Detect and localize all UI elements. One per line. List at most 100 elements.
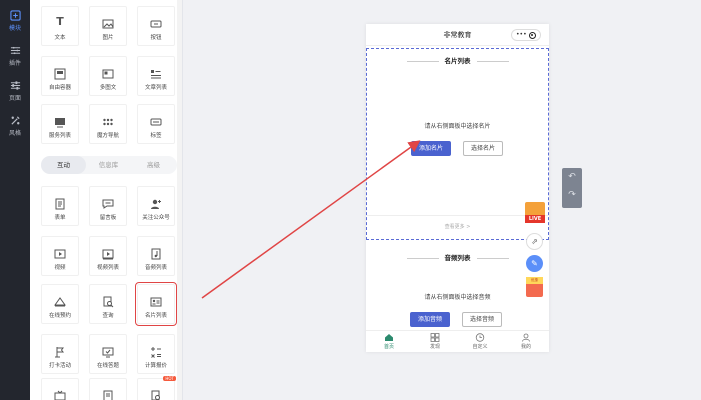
tab-info-library[interactable]: 信息库: [86, 156, 131, 174]
component-multi-image-text[interactable]: 多图文: [89, 56, 127, 96]
component-image[interactable]: 图片: [89, 6, 127, 46]
live-widget[interactable]: LIVE: [525, 202, 545, 223]
component-query[interactable]: 查询: [89, 284, 127, 324]
component-card-list[interactable]: 名片列表: [135, 282, 177, 326]
rail-label: 风格: [8, 130, 21, 137]
gift-widget[interactable]: 优惠: [526, 277, 543, 297]
hot-badge: HOT: [163, 376, 176, 381]
component-follow-account[interactable]: 关注公众号: [137, 186, 175, 226]
more-dots-icon[interactable]: •••: [516, 30, 527, 40]
brush-icon: [10, 116, 20, 125]
button-icon: [150, 20, 162, 28]
component-label: 留言板: [99, 215, 117, 221]
component-label: 关注公众号: [142, 215, 170, 221]
component-label: 表单: [54, 215, 66, 221]
rail-item-plugins[interactable]: 插件: [0, 45, 30, 67]
rail-item-modules[interactable]: 模块: [0, 10, 30, 32]
component-partial-tv[interactable]: [41, 378, 79, 400]
phone-tabbar: 首页 发现 自定义 我的: [366, 330, 549, 352]
query-icon: [103, 296, 114, 308]
component-label: 魔方导航: [96, 133, 119, 139]
search-doc-icon: [151, 390, 160, 400]
component-checkin[interactable]: 打卡活动: [41, 334, 79, 374]
component-video[interactable]: 视频: [41, 236, 79, 276]
grid-icon: [10, 46, 20, 55]
tab-label: 自定义: [472, 344, 488, 350]
video-list-icon: [102, 249, 114, 260]
rail-item-page[interactable]: 页面: [0, 80, 30, 102]
component-label: 文章列表: [144, 85, 167, 91]
card-list-section[interactable]: 名片列表 请从右侧面板中选择名片 添加名片 选择名片 查看更多 >: [366, 48, 549, 240]
tab-advanced[interactable]: 高级: [131, 156, 176, 174]
undo-icon[interactable]: ↶: [562, 172, 582, 182]
container-icon: [54, 68, 66, 80]
tab-home[interactable]: 首页: [366, 333, 412, 350]
close-target-icon[interactable]: [529, 32, 536, 39]
component-article-list[interactable]: 文章列表: [137, 56, 175, 96]
component-cube-nav[interactable]: 魔方导航: [89, 104, 127, 144]
select-audio-button[interactable]: 选择音频: [462, 312, 502, 327]
rail-label: 模块: [8, 25, 21, 32]
component-quiz[interactable]: 在线答题: [89, 334, 127, 374]
assistant-button[interactable]: ✎: [526, 255, 543, 272]
add-card-button[interactable]: 添加名片: [411, 141, 451, 156]
tab-label: 我的: [520, 344, 531, 350]
tab-label: 发现: [429, 344, 440, 350]
clock-icon: [475, 333, 485, 342]
select-card-button[interactable]: 选择名片: [463, 141, 503, 156]
add-audio-button[interactable]: 添加音频: [410, 312, 450, 327]
component-button[interactable]: 按钮: [137, 6, 175, 46]
multi-image-text-icon: [102, 69, 114, 79]
component-form[interactable]: 表单: [41, 186, 79, 226]
reservation-icon: [54, 297, 66, 307]
panel-scrollbar[interactable]: [177, 0, 182, 400]
share-button[interactable]: ⇗: [526, 233, 543, 250]
component-partial-list[interactable]: [89, 378, 127, 400]
component-service-list[interactable]: 服务列表: [41, 104, 79, 144]
cube-nav-icon: [103, 118, 113, 126]
component-reservation[interactable]: 在线预约: [41, 284, 79, 324]
form-icon: [55, 198, 65, 210]
tab-label: 首页: [383, 344, 394, 350]
component-container[interactable]: 自由容器: [41, 56, 79, 96]
component-partial-hot[interactable]: HOT: [137, 376, 176, 400]
card-list-icon: [150, 297, 162, 307]
component-label: 文本: [54, 35, 66, 41]
component-label: 在线预约: [48, 313, 71, 319]
card-section-hint: 请从右侧面板中选择名片: [424, 123, 491, 130]
component-tag[interactable]: 标签: [137, 104, 175, 144]
component-label: 在线答题: [96, 363, 119, 369]
tab-mine[interactable]: 我的: [503, 333, 549, 350]
component-label: 自由容器: [48, 85, 71, 91]
article-list-icon: [151, 70, 161, 79]
component-video-list[interactable]: 视频列表: [89, 236, 127, 276]
gift-label: 优惠: [526, 277, 543, 284]
component-audio-list[interactable]: 音频列表: [137, 236, 175, 276]
component-label: 打卡活动: [48, 363, 71, 369]
text-icon: T: [56, 15, 64, 28]
phone-header: 非常教育 •••: [366, 24, 549, 46]
tag-icon: [150, 118, 162, 126]
service-list-icon: [55, 118, 65, 128]
mini-program-capsule[interactable]: •••: [511, 29, 541, 41]
quiz-icon: [102, 347, 114, 358]
component-label: 标签: [150, 133, 162, 139]
phone-preview: 非常教育 ••• 名片列表 请从右侧面板中选择名片 添加名片 选择名片 查看更多…: [366, 24, 549, 352]
view-more-link[interactable]: 查看更多 >: [367, 223, 548, 230]
rail-label: 插件: [8, 60, 21, 67]
left-rail: 模块 插件 页面 风格: [0, 0, 30, 400]
tab-discover[interactable]: 发现: [412, 333, 458, 350]
tab-custom[interactable]: 自定义: [457, 333, 503, 350]
user-icon: [522, 333, 530, 342]
rail-item-style[interactable]: 风格: [0, 115, 30, 137]
video-icon: [54, 249, 66, 259]
redo-icon[interactable]: ↷: [562, 190, 582, 200]
follow-account-icon: [151, 199, 161, 209]
component-text[interactable]: T 文本: [41, 6, 79, 46]
component-message-board[interactable]: 留言板: [89, 186, 127, 226]
category-tabs: 互动 信息库 高级: [41, 156, 177, 174]
component-calculator[interactable]: 计算报价: [137, 334, 175, 374]
discover-icon: [430, 333, 440, 342]
tab-interactive[interactable]: 互动: [41, 156, 86, 174]
calculator-icon: [151, 347, 161, 358]
